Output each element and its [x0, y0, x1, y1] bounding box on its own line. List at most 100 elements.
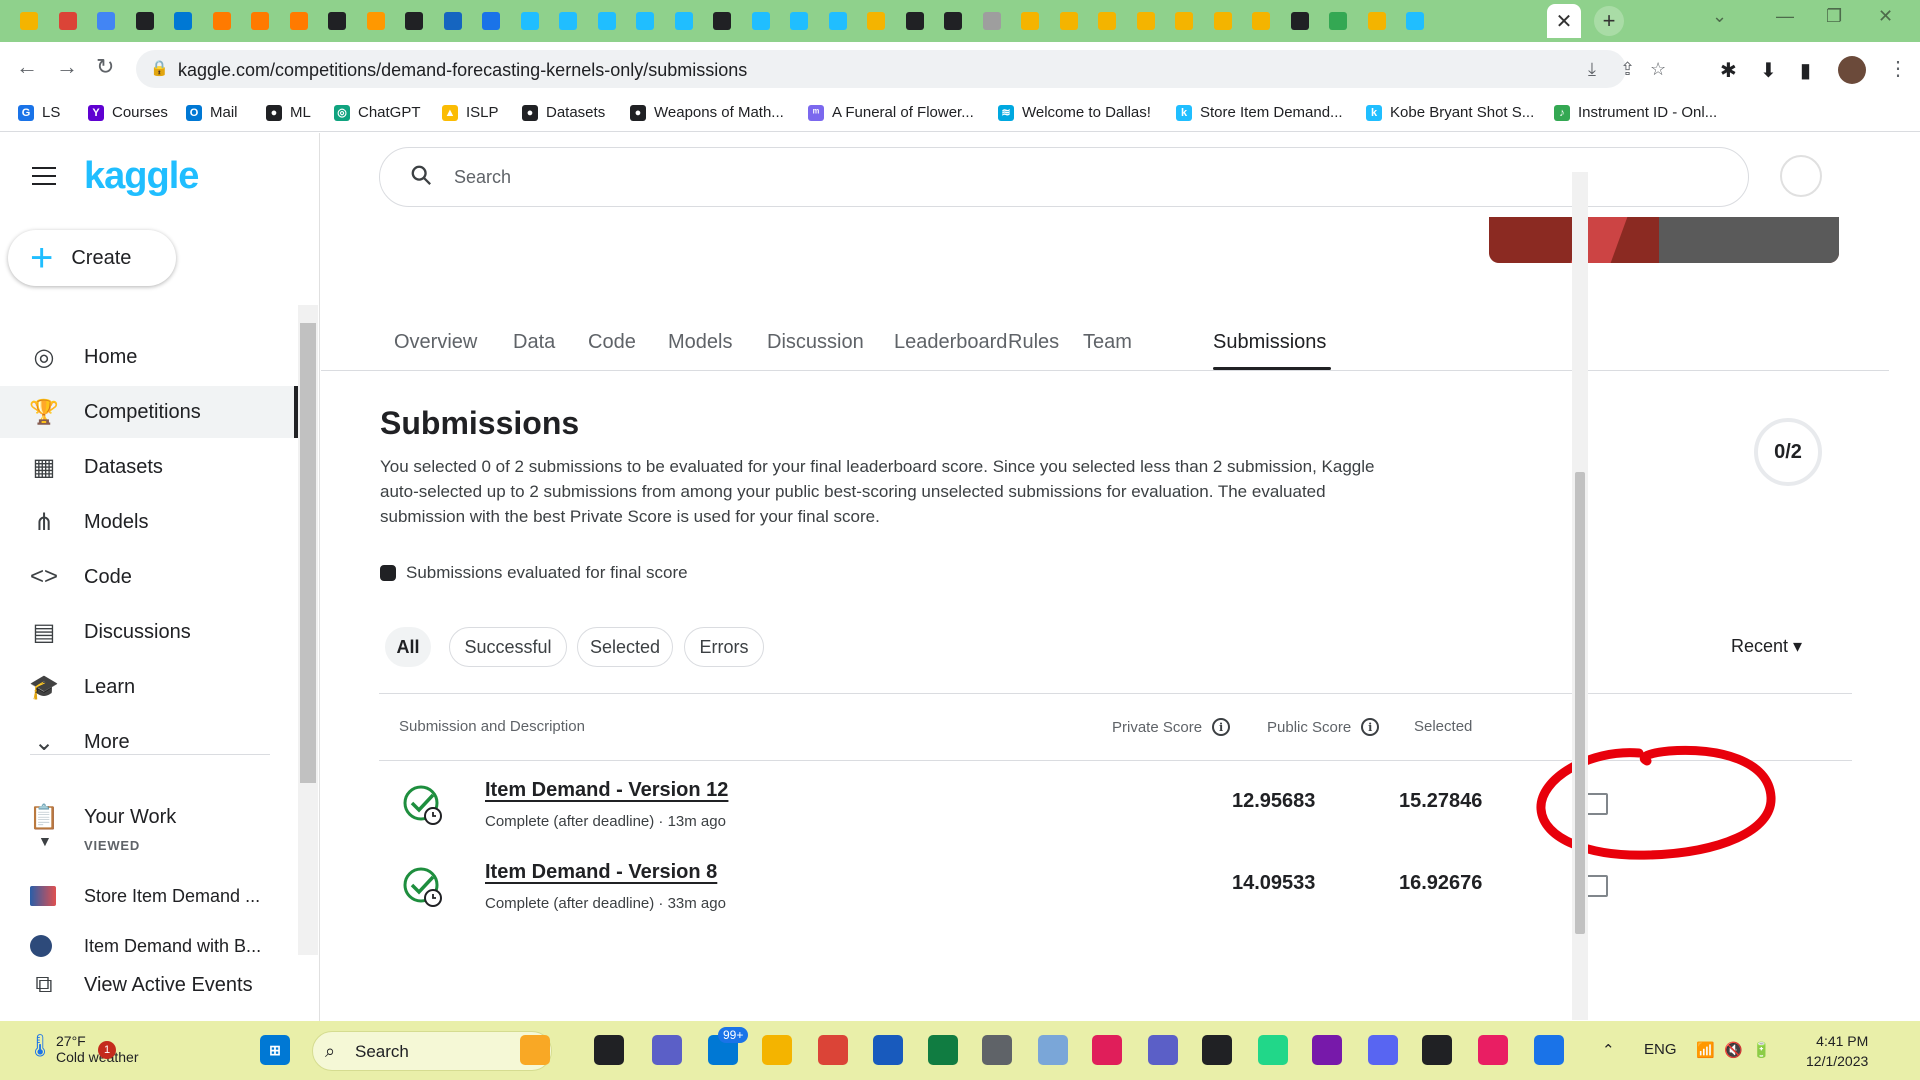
onenote-icon[interactable]	[1312, 1035, 1342, 1065]
side-panel-icon[interactable]: ▮	[1800, 58, 1811, 83]
sidebar-item-more[interactable]: ⌄ More	[0, 716, 298, 768]
minimize-icon[interactable]: —	[1776, 6, 1794, 27]
task-view-icon[interactable]	[594, 1035, 624, 1065]
window-list-icon[interactable]: ⌄	[1712, 6, 1727, 27]
browser-tab[interactable]	[1092, 8, 1122, 34]
browser-tab[interactable]	[91, 8, 121, 34]
select-checkbox[interactable]	[1586, 875, 1608, 897]
bookmark-item[interactable]: ᵐ A Funeral of Flower...	[808, 104, 974, 121]
browser-tab[interactable]	[1169, 8, 1199, 34]
system-clock[interactable]: 4:41 PM 12/1/2023	[1806, 1031, 1868, 1071]
bookmark-item[interactable]: ♪ Instrument ID - Onl...	[1554, 104, 1717, 121]
tab-data[interactable]: Data	[513, 331, 555, 354]
page-scrollbar[interactable]	[1572, 172, 1588, 1020]
browser-tab[interactable]	[399, 8, 429, 34]
file-explorer-icon[interactable]	[762, 1035, 792, 1065]
viewed-item-item-demand[interactable]: Item Demand with B...	[0, 925, 298, 967]
browser-tab[interactable]	[707, 8, 737, 34]
sidebar-item-home[interactable]: ◎ Home	[0, 331, 298, 383]
browser-tab[interactable]	[130, 8, 160, 34]
pycharm-icon[interactable]	[1258, 1035, 1288, 1065]
bookmark-item[interactable]: k Store Item Demand...	[1176, 104, 1343, 121]
reload-icon[interactable]: ↻	[96, 54, 114, 80]
browser-tab[interactable]	[1015, 8, 1045, 34]
star-icon[interactable]: ☆	[1650, 59, 1666, 80]
user-avatar[interactable]	[1780, 155, 1822, 197]
sidebar-item-view-active-events[interactable]: ⧉ View Active Events	[0, 963, 298, 1007]
column-header-private-score[interactable]: Private Score i	[1112, 718, 1231, 736]
teams-icon[interactable]	[1148, 1035, 1178, 1065]
browser-tab[interactable]	[14, 8, 44, 34]
tab-overview[interactable]: Overview	[394, 331, 477, 354]
browser-tab[interactable]	[1400, 8, 1430, 34]
browser-tab[interactable]	[553, 8, 583, 34]
discord-icon[interactable]	[1368, 1035, 1398, 1065]
browser-tab[interactable]	[476, 8, 506, 34]
word-icon[interactable]	[873, 1035, 903, 1065]
close-window-icon[interactable]: ✕	[1878, 6, 1893, 27]
search-input[interactable]: Search	[379, 147, 1749, 207]
r-icon[interactable]	[1038, 1035, 1068, 1065]
browser-tab[interactable]	[207, 8, 237, 34]
address-bar[interactable]: 🔒 kaggle.com/competitions/demand-forecas…	[136, 50, 1666, 88]
kaggle-logo[interactable]: kaggle	[84, 155, 199, 198]
browser-tab[interactable]	[1323, 8, 1353, 34]
new-tab-button[interactable]: +	[1594, 6, 1624, 36]
terminal-icon[interactable]	[1202, 1035, 1232, 1065]
bookmark-item[interactable]: O Mail	[186, 104, 238, 121]
install-icon[interactable]: ⤓	[1588, 59, 1596, 80]
browser-tab[interactable]	[630, 8, 660, 34]
sidebar-item-learn[interactable]: 🎓 Learn	[0, 661, 298, 713]
restore-icon[interactable]: ❐	[1826, 6, 1842, 27]
start-button[interactable]: ⊞	[260, 1035, 290, 1065]
teams-chat-icon[interactable]	[652, 1035, 682, 1065]
sidebar-item-code[interactable]: <> Code	[0, 551, 298, 603]
sort-dropdown[interactable]: Recent ▾	[1731, 636, 1802, 657]
filter-chip-successful[interactable]: Successful	[449, 627, 567, 667]
vscode-like-icon[interactable]	[1478, 1035, 1508, 1065]
browser-tab[interactable]	[977, 8, 1007, 34]
bookmark-item[interactable]: ▲ ISLP	[442, 104, 499, 121]
bookmark-item[interactable]: ● ML	[266, 104, 311, 121]
tab-models[interactable]: Models	[668, 331, 732, 354]
browser-tab[interactable]	[322, 8, 352, 34]
battery-icon[interactable]: 🔋	[1752, 1041, 1771, 1059]
console-icon[interactable]	[1422, 1035, 1452, 1065]
excel-icon[interactable]	[928, 1035, 958, 1065]
submission-name[interactable]: Item Demand - Version 8	[485, 861, 717, 884]
tab-discussion[interactable]: Discussion	[767, 331, 864, 354]
collapse-viewed-icon[interactable]: ▼	[38, 833, 52, 849]
submission-name[interactable]: Item Demand - Version 12	[485, 779, 728, 802]
forward-icon[interactable]: →	[56, 54, 78, 80]
browser-tab[interactable]	[361, 8, 391, 34]
sidebar-item-competitions[interactable]: 🏆 Competitions	[0, 386, 298, 438]
extensions-icon[interactable]: ✱	[1720, 58, 1737, 83]
menu-icon[interactable]	[32, 167, 56, 191]
browser-tab[interactable]	[592, 8, 622, 34]
sidebar-scrollbar[interactable]	[298, 305, 318, 955]
browser-tab[interactable]	[746, 8, 776, 34]
browser-tab[interactable]	[823, 8, 853, 34]
browser-tab[interactable]	[438, 8, 468, 34]
bookmark-item[interactable]: k Kobe Bryant Shot S...	[1366, 104, 1534, 121]
bookmark-item[interactable]: ● Weapons of Math...	[630, 104, 784, 121]
browser-tab[interactable]	[53, 8, 83, 34]
filter-chip-errors[interactable]: Errors	[684, 627, 764, 667]
column-header-public-score[interactable]: Public Score i	[1267, 718, 1380, 736]
tab-submissions[interactable]: Submissions	[1213, 331, 1326, 354]
language-indicator[interactable]: ENG	[1644, 1041, 1677, 1058]
profile-avatar[interactable]	[1838, 56, 1866, 84]
browser-tab[interactable]	[900, 8, 930, 34]
browser-tab[interactable]	[1285, 8, 1315, 34]
info-icon[interactable]: i	[1212, 718, 1231, 736]
info-icon[interactable]: i	[1361, 718, 1380, 736]
bookmark-item[interactable]: ◎ ChatGPT	[334, 104, 421, 121]
lock-icon[interactable]: 🔒	[150, 59, 169, 77]
snipping-tool-icon[interactable]	[1534, 1035, 1564, 1065]
tab-team[interactable]: Team	[1083, 331, 1132, 354]
browser-tab[interactable]	[1054, 8, 1084, 34]
tab-rules[interactable]: Rules	[1008, 331, 1059, 354]
bookmark-item[interactable]: G LS	[18, 104, 60, 121]
calculator-icon[interactable]	[982, 1035, 1012, 1065]
share-icon[interactable]: ⇪	[1620, 59, 1635, 80]
